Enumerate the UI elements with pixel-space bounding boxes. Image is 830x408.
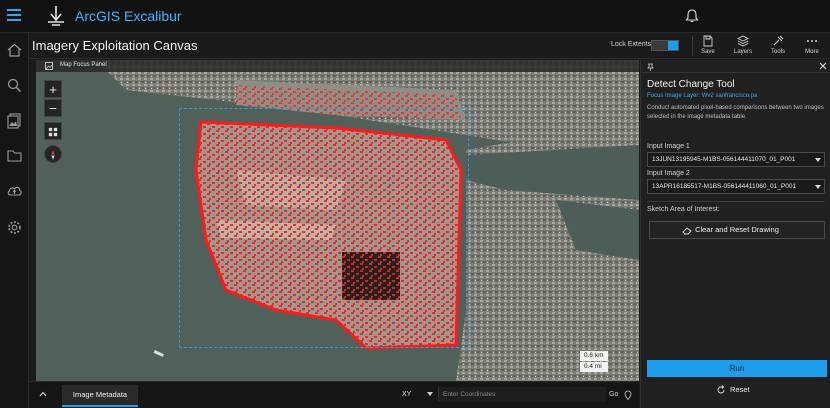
clear-reset-drawing-button[interactable]: Clear and Reset Drawing: [649, 221, 825, 239]
coordinates-input[interactable]: Enter Coordinates: [438, 387, 606, 402]
search-icon[interactable]: [6, 77, 23, 94]
grid-view-button[interactable]: [44, 122, 62, 140]
eraser-icon: [682, 227, 692, 235]
chevron-up-icon[interactable]: [38, 389, 48, 399]
toggle-knob: [668, 41, 678, 50]
folder-icon[interactable]: [6, 147, 23, 164]
more-icon: [807, 40, 817, 42]
panel-title: Detect Change Tool: [647, 79, 735, 90]
scale-bar-mi: 0.4 mi: [580, 362, 608, 372]
hamburger-menu-icon[interactable]: [7, 9, 21, 21]
home-icon[interactable]: [6, 42, 23, 59]
chevron-down-icon: [815, 185, 821, 189]
input-image-1-select[interactable]: 13JUN13195945-M1BS-056144411070_01_P001: [647, 152, 825, 167]
compass-button[interactable]: [44, 145, 62, 163]
coordinate-system-value: XY: [402, 391, 412, 398]
reset-icon: [717, 385, 725, 394]
imagery-icon[interactable]: [6, 112, 23, 129]
layers-label: Layers: [733, 49, 752, 55]
tab-image-metadata[interactable]: Image Metadata: [62, 385, 138, 407]
more-button[interactable]: More: [797, 35, 827, 55]
go-button[interactable]: Go: [609, 387, 618, 402]
coordinate-system-select[interactable]: XY: [397, 387, 435, 402]
save-button[interactable]: Save: [693, 35, 723, 55]
save-icon: [703, 35, 713, 47]
chevron-down-icon: [815, 158, 821, 162]
layers-button[interactable]: Layers: [728, 35, 758, 55]
reset-button[interactable]: Reset: [716, 384, 766, 396]
focus-image-layer-link[interactable]: Focus Image Layer: Wv2 sanfrancisco.pa: [647, 93, 757, 99]
input-image-1-value: 13JUN13195945-M1BS-056144411070_01_P001: [652, 156, 796, 163]
map-focus-panel-label: Map Focus Panel: [60, 62, 107, 68]
scale-bar-km: 0.6 km: [580, 351, 608, 361]
close-icon[interactable]: [819, 62, 827, 70]
zoom-out-button[interactable]: −: [44, 99, 62, 117]
area-of-interest-box[interactable]: [179, 108, 469, 348]
excalibur-logo-icon: [48, 6, 64, 26]
map-canvas[interactable]: Map Focus Panel + − 0.6 km 0.4 mi: [36, 60, 639, 381]
lock-extents-toggle[interactable]: [651, 40, 679, 51]
page-title: Imagery Exploitation Canvas: [32, 38, 198, 53]
location-pin-icon[interactable]: [624, 390, 632, 400]
canvas-title-bar: Imagery Exploitation Canvas Lock Extents…: [29, 33, 830, 59]
sketch-area-label: Sketch Area of Interest:: [647, 206, 720, 213]
input-image-2-value: 13APR16185517-M1BS-056144411060_01_P001: [652, 183, 797, 190]
map-focus-panel-bar: Map Focus Panel: [36, 60, 639, 72]
upload-icon[interactable]: [6, 182, 23, 199]
top-app-bar: ArcGIS Excalibur: [0, 0, 830, 33]
tools-icon: [773, 35, 784, 46]
detect-change-panel: Detect Change Tool Focus Image Layer: Wv…: [640, 60, 830, 408]
pin-icon[interactable]: [647, 63, 654, 71]
compass-icon: [51, 150, 55, 160]
panel-description: Conduct automated pixel-based comparison…: [647, 105, 824, 120]
zoom-in-button[interactable]: +: [44, 80, 62, 98]
app-name: ArcGIS Excalibur: [75, 8, 182, 24]
notifications-bell-icon[interactable]: [684, 8, 700, 24]
grid-icon: [48, 127, 58, 137]
input-image-2-label: Input Image 2: [647, 170, 690, 177]
lock-extents-label: Lock Extents: [611, 41, 652, 48]
run-button[interactable]: Run: [647, 360, 827, 377]
settings-icon[interactable]: [6, 219, 23, 236]
tools-label: Tools: [770, 49, 785, 55]
panel-header-strip: [641, 60, 830, 73]
image-icon: [45, 62, 53, 70]
input-image-1-label: Input Image 1: [647, 143, 690, 150]
tools-button[interactable]: Tools: [763, 35, 793, 55]
left-nav-rail: [0, 33, 29, 408]
app-window: ArcGIS Excalibur Imagery Exploitation Ca…: [0, 0, 830, 408]
clear-reset-drawing-label: Clear and Reset Drawing: [695, 225, 779, 234]
bottom-bar: Image Metadata XY Enter Coordinates Go: [29, 381, 639, 408]
chevron-down-icon: [427, 392, 433, 396]
save-label: Save: [701, 49, 715, 55]
reset-label: Reset: [730, 385, 750, 394]
section-divider: [647, 201, 825, 202]
input-image-2-select[interactable]: 13APR16185517-M1BS-056144411060_01_P001: [647, 179, 825, 194]
more-label: More: [805, 49, 819, 55]
layers-icon: [737, 35, 749, 47]
